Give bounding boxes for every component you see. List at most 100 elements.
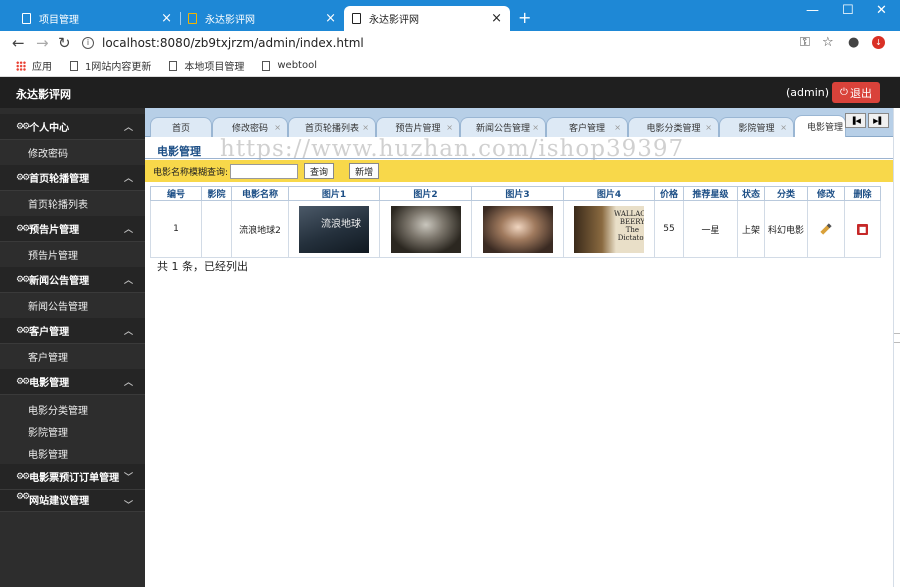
frame-tab-customers[interactable]: 客户管理 × bbox=[546, 117, 628, 137]
forward-icon[interactable]: → bbox=[36, 34, 49, 52]
sidebar-item-news[interactable]: 新闻公告管理 bbox=[0, 293, 145, 318]
new-tab-icon[interactable]: + bbox=[518, 8, 531, 27]
maximize-icon[interactable]: ☐ bbox=[842, 3, 854, 18]
poster-image-2[interactable] bbox=[390, 205, 461, 253]
cell-category: 科幻电影 bbox=[764, 200, 808, 258]
cell-poster-4: WALLACE BEERY The Dictator bbox=[563, 200, 655, 258]
frame-tab-trailers[interactable]: 预告片管理 × bbox=[376, 117, 460, 137]
sidebar-group-suggestions[interactable]: ⚙⚙ 网站建议管理 ﹀ bbox=[0, 490, 145, 512]
frame-tab-news[interactable]: 新闻公告管理 × bbox=[460, 117, 546, 137]
sidebar: ⚙⚙ 个人中心 ︿ 修改密码 ⚙⚙ 首页轮播管理 ︿ 首页轮播列表 ⚙⚙ 预告片管理 ︿ 预… bbox=[0, 108, 145, 587]
browser-tab-3-active[interactable]: 永达影评网 × bbox=[344, 6, 510, 31]
close-icon[interactable]: × bbox=[780, 123, 787, 132]
table-header-row: 编号 影院 电影名称 图片1 图片2 图片3 图片4 价格 推荐星级 状态 分类… bbox=[150, 186, 881, 201]
browser-tab-2[interactable]: 永达影评网 × bbox=[180, 6, 344, 31]
close-icon[interactable]: × bbox=[705, 123, 712, 132]
sidebar-item-movie-categories[interactable]: 电影分类管理 bbox=[0, 398, 145, 420]
minimize-icon[interactable]: — bbox=[806, 3, 819, 18]
close-icon[interactable]: × bbox=[614, 123, 621, 132]
close-icon[interactable]: × bbox=[532, 123, 539, 132]
logout-button[interactable]: ⏻ 退出 bbox=[832, 82, 880, 103]
site-favicon-icon bbox=[188, 13, 197, 24]
column-header: 价格 bbox=[654, 186, 684, 201]
close-icon[interactable]: × bbox=[446, 123, 453, 132]
column-header: 影院 bbox=[201, 186, 232, 201]
site-info-icon[interactable]: i bbox=[82, 37, 94, 49]
movie-name-search-input[interactable] bbox=[230, 163, 299, 179]
add-button[interactable]: 新增 bbox=[349, 163, 380, 179]
gears-icon: ⚙⚙ bbox=[16, 172, 30, 183]
sidebar-item-cinemas[interactable]: 影院管理 bbox=[0, 420, 145, 442]
sidebar-item-change-password[interactable]: 修改密码 bbox=[0, 140, 145, 165]
key-icon[interactable]: ⚿ bbox=[800, 35, 810, 50]
reload-icon[interactable]: ↻ bbox=[58, 34, 71, 52]
back-icon[interactable]: ← bbox=[12, 34, 25, 52]
poster-title: 流浪地球 bbox=[321, 218, 361, 230]
browser-tab-title: 项目管理 bbox=[39, 15, 79, 26]
cell-delete: ■ bbox=[844, 200, 881, 258]
close-icon[interactable]: × bbox=[325, 11, 336, 26]
chevron-down-icon: ﹀ bbox=[123, 473, 133, 483]
frame-tab-change-password[interactable]: 修改密码 × bbox=[212, 117, 288, 137]
chevron-up-icon: ︿ bbox=[123, 225, 133, 235]
frame-tab-label: 影院管理 bbox=[738, 124, 775, 134]
sidebar-item-customers[interactable]: 客户管理 bbox=[0, 344, 145, 369]
content-frame: 首页 修改密码 × 首页轮播列表 × 预告片管理 × 新闻公告管理 × 客户管理 × 电影… bbox=[145, 108, 900, 587]
gears-icon: ⚙⚙ bbox=[16, 121, 30, 132]
tab-scroll-left-icon[interactable]: ▐◀ bbox=[845, 113, 866, 128]
sidebar-group-customers[interactable]: ⚙⚙ 客户管理 ︿ bbox=[0, 318, 145, 344]
bookmarks-bar: 应用 1网站内容更新 本地项目管理 webtool bbox=[0, 55, 900, 77]
cell-cinema bbox=[201, 200, 232, 258]
column-header: 图片2 bbox=[379, 186, 472, 201]
poster-image-1[interactable]: 流浪地球 bbox=[299, 205, 369, 253]
profile-icon[interactable]: ● bbox=[848, 35, 859, 50]
sidebar-group-news[interactable]: ⚙⚙ 新闻公告管理 ︿ bbox=[0, 267, 145, 293]
frame-tab-movie-categories[interactable]: 电影分类管理 × bbox=[628, 117, 719, 137]
sidebar-item-trailers[interactable]: 预告片管理 bbox=[0, 242, 145, 267]
close-icon[interactable]: × bbox=[491, 11, 502, 26]
column-header: 图片1 bbox=[288, 186, 380, 201]
movies-table: 编号 影院 电影名称 图片1 图片2 图片3 图片4 价格 推荐星级 状态 分类… bbox=[150, 186, 881, 258]
page-icon bbox=[169, 60, 178, 71]
frame-tab-home[interactable]: 首页 bbox=[150, 117, 212, 137]
column-header: 图片3 bbox=[471, 186, 564, 201]
sidebar-item-movies[interactable]: 电影管理 bbox=[0, 442, 145, 464]
window-close-icon[interactable]: ✕ bbox=[876, 3, 887, 18]
frame-tab-movies[interactable]: 电影管理 bbox=[794, 115, 846, 137]
frame-tab-cinemas[interactable]: 影院管理 × bbox=[719, 117, 794, 137]
page-title: 电影管理 bbox=[157, 145, 201, 158]
bookmark-label: 1网站内容更新 bbox=[85, 62, 152, 73]
sidebar-item-carousel-list[interactable]: 首页轮播列表 bbox=[0, 191, 145, 216]
sidebar-group-movies[interactable]: ⚙⚙ 电影管理 ︿ bbox=[0, 369, 145, 395]
star-icon[interactable]: ☆ bbox=[822, 35, 834, 50]
extension-icon[interactable]: ↓ bbox=[872, 36, 885, 49]
frame-tab-carousel-list[interactable]: 首页轮播列表 × bbox=[288, 117, 376, 137]
delete-icon[interactable]: ■ bbox=[857, 223, 868, 235]
edit-pencil-icon[interactable] bbox=[820, 223, 832, 235]
browser-tab-1[interactable]: 项目管理 × bbox=[14, 6, 181, 31]
brand-title: 永达影评网 bbox=[16, 88, 71, 101]
bookmark-item[interactable]: 本地项目管理 bbox=[169, 58, 244, 73]
poster-image-3[interactable] bbox=[482, 205, 553, 253]
bookmark-apps[interactable]: 应用 bbox=[32, 58, 52, 73]
gears-icon: ⚙⚙ bbox=[16, 274, 30, 285]
sidebar-group-label: 客户管理 bbox=[29, 327, 70, 338]
bookmark-item[interactable]: 1网站内容更新 bbox=[70, 58, 151, 73]
sidebar-group-profile[interactable]: ⚙⚙ 个人中心 ︿ bbox=[0, 114, 145, 140]
frame-tab-label: 修改密码 bbox=[231, 124, 268, 134]
close-icon[interactable]: × bbox=[274, 123, 281, 132]
close-icon[interactable]: × bbox=[161, 11, 172, 26]
close-icon[interactable]: × bbox=[362, 123, 369, 132]
poster-image-4[interactable]: WALLACE BEERY The Dictator bbox=[574, 205, 644, 253]
url-field[interactable]: i localhost:8080/zb9txjrzm/admin/index.h… bbox=[82, 33, 782, 53]
tab-scroll-right-icon[interactable]: ▶▌ bbox=[868, 113, 889, 128]
chevron-down-icon: ﹀ bbox=[123, 501, 133, 511]
page-icon bbox=[70, 60, 78, 71]
cell-id: 1 bbox=[150, 200, 202, 258]
search-label: 电影名称模糊查询: bbox=[153, 167, 229, 178]
query-button[interactable]: 查询 bbox=[304, 163, 335, 179]
sidebar-group-ticket-orders[interactable]: ⚙⚙ 电影票预订订单管理 ﹀ bbox=[0, 464, 145, 490]
bookmark-item[interactable]: webtool bbox=[262, 60, 317, 71]
sidebar-group-carousel[interactable]: ⚙⚙ 首页轮播管理 ︿ bbox=[0, 165, 145, 191]
sidebar-group-trailers[interactable]: ⚙⚙ 预告片管理 ︿ bbox=[0, 216, 145, 242]
